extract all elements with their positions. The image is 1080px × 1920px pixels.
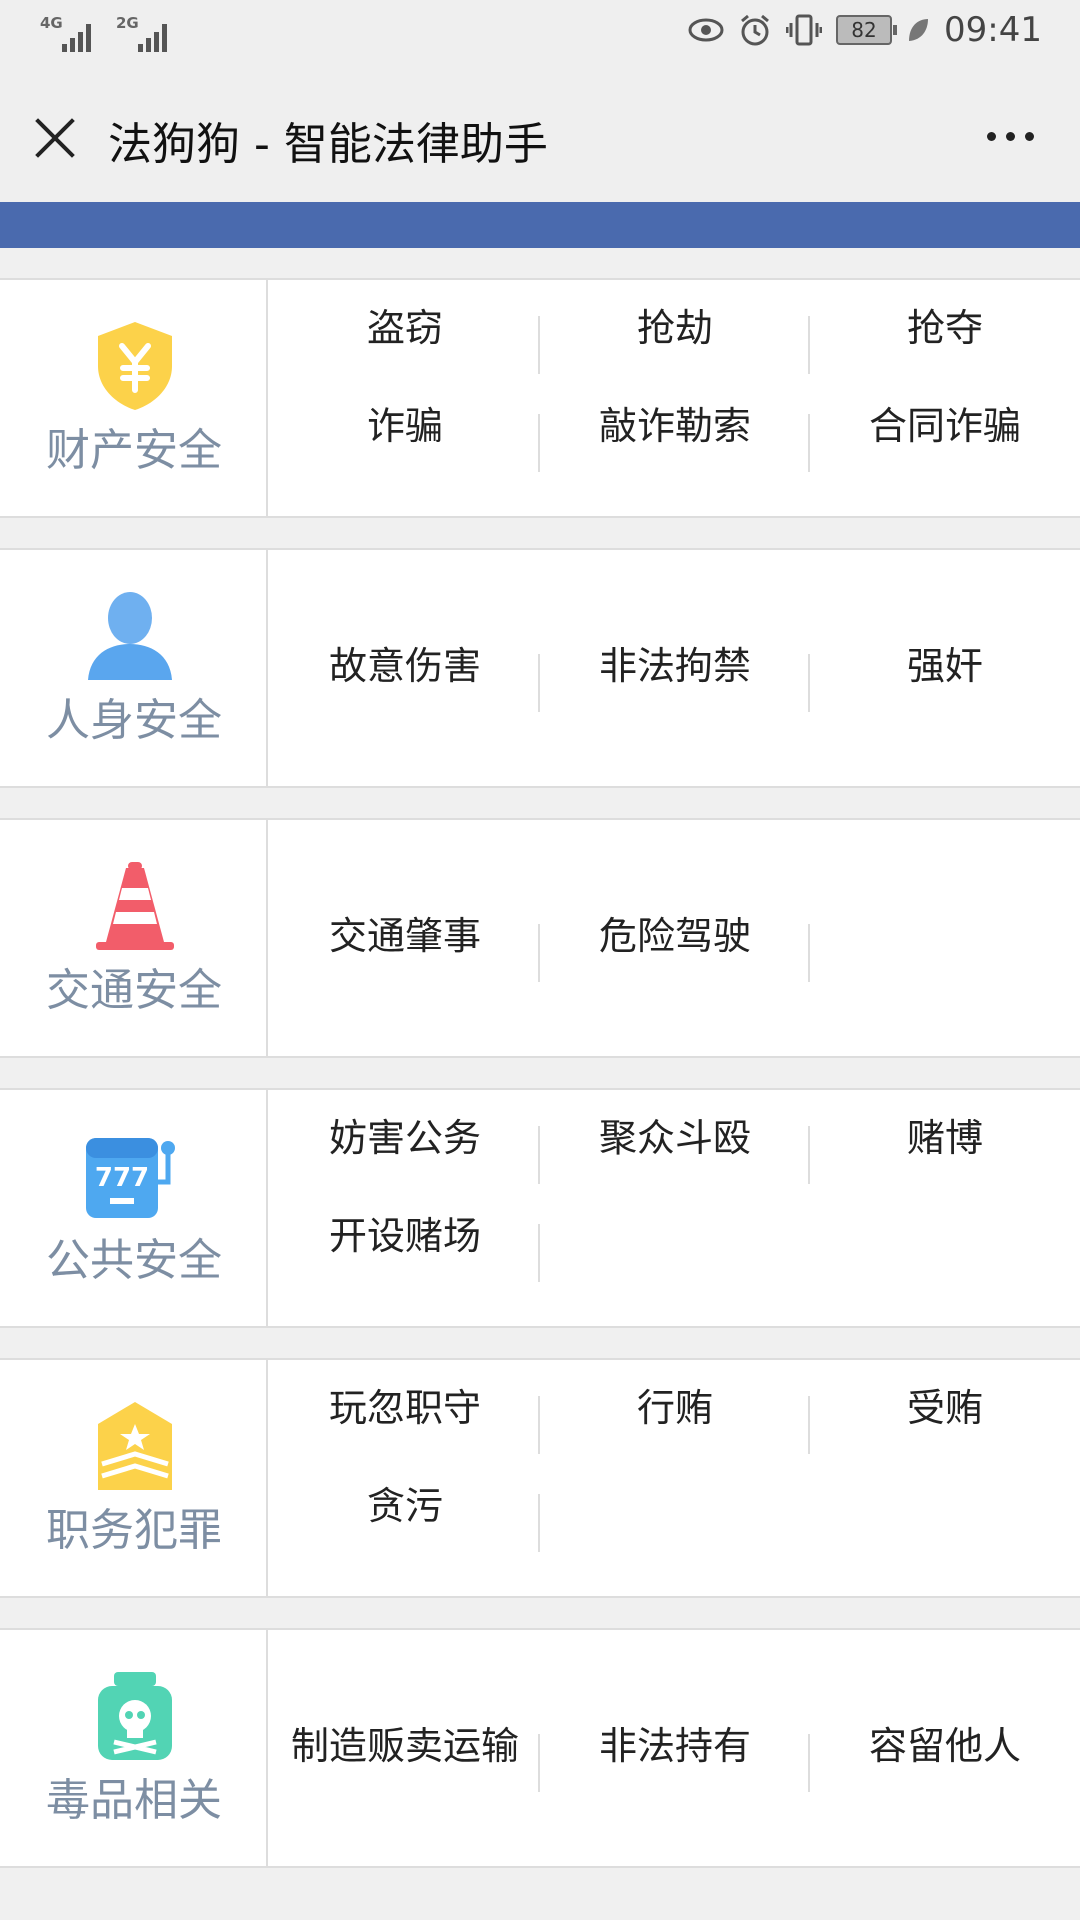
- item-row: 贪污: [270, 1466, 1080, 1556]
- crime-type-link[interactable]: 抢劫: [540, 288, 810, 378]
- category-header[interactable]: 人身安全: [0, 550, 268, 786]
- category-label: 公共安全: [46, 1235, 222, 1286]
- crime-type-link[interactable]: 玩忽职守: [270, 1368, 540, 1458]
- item-row: 开设赌场: [270, 1196, 1080, 1286]
- category-section: 人身安全 故意伤害 非法拘禁 强奸: [0, 548, 1080, 788]
- network-type-1: 4G: [40, 14, 63, 32]
- category-header[interactable]: 交通安全: [0, 820, 268, 1056]
- clock: 09:41: [944, 10, 1042, 50]
- title-bar: 法狗狗 - 智能法律助手: [0, 72, 1080, 202]
- page-title: 法狗狗 - 智能法律助手: [108, 119, 548, 170]
- item-row: 玩忽职守 行贿 受贿: [270, 1368, 1080, 1458]
- traffic-cone-icon: [92, 858, 178, 954]
- crime-type-link[interactable]: 制造贩卖运输: [270, 1706, 540, 1796]
- header-banner: [0, 202, 1080, 248]
- eye-icon: [688, 18, 724, 42]
- alarm-icon: [741, 14, 769, 46]
- crime-type-link[interactable]: 聚众斗殴: [540, 1098, 810, 1188]
- category-label: 毒品相关: [46, 1775, 222, 1826]
- crime-type-link[interactable]: 非法拘禁: [540, 626, 810, 716]
- crime-type-link[interactable]: 受贿: [810, 1368, 1080, 1458]
- item-row: 故意伤害 非法拘禁 强奸: [270, 626, 1080, 716]
- person-icon: [82, 588, 172, 684]
- network-type-2: 2G: [116, 14, 139, 32]
- leaf-icon: [909, 19, 929, 41]
- svg-text:777: 777: [95, 1163, 149, 1193]
- item-row: 制造贩卖运输 非法持有 容留他人: [270, 1706, 1080, 1796]
- crime-type-link[interactable]: 赌博: [810, 1098, 1080, 1188]
- category-header[interactable]: 777 公共安全: [0, 1090, 268, 1326]
- shield-yen-icon: [92, 318, 178, 414]
- crime-type-link[interactable]: 诈骗: [270, 386, 540, 476]
- crime-item-grid: 制造贩卖运输 非法持有 容留他人: [270, 1630, 1080, 1866]
- category-section: 财产安全 盗窃 抢劫 抢夺 诈骗 敲诈勒索 合同诈骗: [0, 278, 1080, 518]
- crime-type-link[interactable]: 妨害公务: [270, 1098, 540, 1188]
- category-header[interactable]: 财产安全: [0, 280, 268, 516]
- rank-badge-icon: [92, 1398, 178, 1494]
- crime-type-link[interactable]: 抢夺: [810, 288, 1080, 378]
- more-options-icon[interactable]: [987, 132, 1034, 141]
- crime-type-link[interactable]: 敲诈勒索: [540, 386, 810, 476]
- item-row: 诈骗 敲诈勒索 合同诈骗: [270, 386, 1080, 476]
- crime-item-grid: 妨害公务 聚众斗殴 赌博 开设赌场: [270, 1090, 1080, 1326]
- crime-item-grid: 玩忽职守 行贿 受贿 贪污: [270, 1360, 1080, 1596]
- crime-type-link[interactable]: 盗窃: [270, 288, 540, 378]
- category-label: 财产安全: [46, 425, 222, 476]
- category-label: 人身安全: [46, 695, 222, 746]
- category-section: 交通安全 交通肇事 危险驾驶: [0, 818, 1080, 1058]
- category-list: 财产安全 盗窃 抢劫 抢夺 诈骗 敲诈勒索 合同诈骗 人身安全 故意伤害 非法拘禁 强奸 交通安全 交通…: [0, 248, 1080, 1868]
- battery-indicator: 82: [836, 15, 898, 45]
- crime-type-link[interactable]: 合同诈骗: [810, 386, 1080, 476]
- crime-type-link[interactable]: 危险驾驶: [540, 896, 810, 986]
- crime-type-link[interactable]: 非法持有: [540, 1706, 810, 1796]
- category-section: 职务犯罪 玩忽职守 行贿 受贿 贪污: [0, 1358, 1080, 1598]
- slot-machine-icon: 777: [82, 1128, 175, 1224]
- crime-type-link[interactable]: 故意伤害: [270, 626, 540, 716]
- poison-bottle-icon: [92, 1668, 178, 1764]
- crime-type-link[interactable]: 容留他人: [810, 1706, 1080, 1796]
- status-bar: 4G 2G 82 09:41: [0, 0, 1080, 72]
- category-section: 777 公共安全 妨害公务 聚众斗殴 赌博 开设赌场: [0, 1088, 1080, 1328]
- crime-type-link[interactable]: 交通肇事: [270, 896, 540, 986]
- crime-type-link[interactable]: 强奸: [810, 626, 1080, 716]
- item-row: 交通肇事 危险驾驶: [270, 896, 1080, 986]
- item-row: 盗窃 抢劫 抢夺: [270, 288, 1080, 378]
- vibrate-icon: [786, 14, 823, 46]
- crime-item-grid: 故意伤害 非法拘禁 强奸: [270, 550, 1080, 786]
- item-row: 妨害公务 聚众斗殴 赌博: [270, 1098, 1080, 1188]
- category-header[interactable]: 毒品相关: [0, 1630, 268, 1866]
- signal-icon: 4G: [40, 14, 98, 54]
- category-header[interactable]: 职务犯罪: [0, 1360, 268, 1596]
- category-label: 交通安全: [46, 965, 222, 1016]
- close-icon[interactable]: [32, 114, 78, 160]
- signal-icon-2: 2G: [116, 14, 174, 54]
- category-section: 毒品相关 制造贩卖运输 非法持有 容留他人: [0, 1628, 1080, 1868]
- category-label: 职务犯罪: [46, 1505, 222, 1556]
- crime-item-grid: 盗窃 抢劫 抢夺 诈骗 敲诈勒索 合同诈骗: [270, 280, 1080, 516]
- crime-type-link[interactable]: 贪污: [270, 1466, 540, 1556]
- crime-item-grid: 交通肇事 危险驾驶: [270, 820, 1080, 1056]
- crime-type-link[interactable]: 行贿: [540, 1368, 810, 1458]
- crime-type-link[interactable]: 开设赌场: [270, 1196, 540, 1286]
